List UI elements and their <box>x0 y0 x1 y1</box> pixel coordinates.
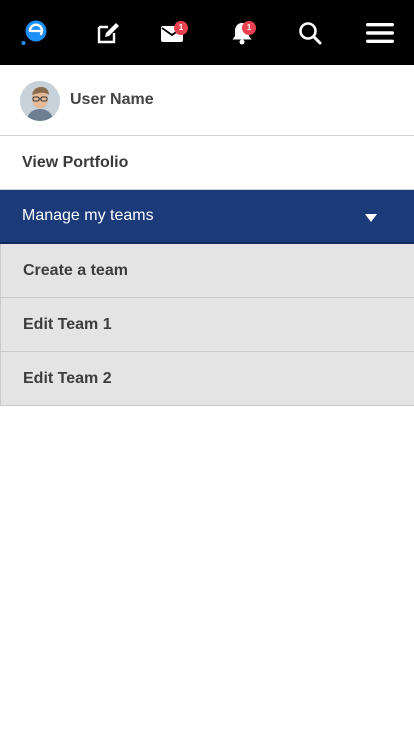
user-profile-row[interactable]: User Name <box>0 65 414 136</box>
submenu-item-create-team[interactable]: Create a team <box>0 244 414 298</box>
edit-icon[interactable] <box>94 0 122 65</box>
user-name[interactable]: User Name <box>70 91 154 109</box>
submenu-item-edit-team-2[interactable]: Edit Team 2 <box>0 352 414 406</box>
submenu-item-label: Edit Team 2 <box>23 369 112 387</box>
submenu-item-label: Create a team <box>23 261 128 279</box>
menu-item-view-portfolio[interactable]: View Portfolio <box>0 136 414 190</box>
notification-badge: 1 <box>242 21 256 35</box>
chat-logo-icon[interactable] <box>18 0 50 65</box>
menu-item-label: Manage my teams <box>22 207 154 224</box>
avatar[interactable] <box>20 81 60 121</box>
menu-item-manage-my-teams[interactable]: Manage my teams <box>0 190 414 244</box>
hamburger-menu-icon[interactable] <box>364 0 396 65</box>
search-icon[interactable] <box>297 0 323 65</box>
menu-item-label: View Portfolio <box>22 153 129 171</box>
top-navigation-bar: 1 1 <box>0 0 414 65</box>
caret-down-icon <box>365 214 377 222</box>
submenu-item-edit-team-1[interactable]: Edit Team 1 <box>0 298 414 352</box>
submenu-item-label: Edit Team 1 <box>23 315 112 333</box>
mail-badge: 1 <box>174 21 188 35</box>
